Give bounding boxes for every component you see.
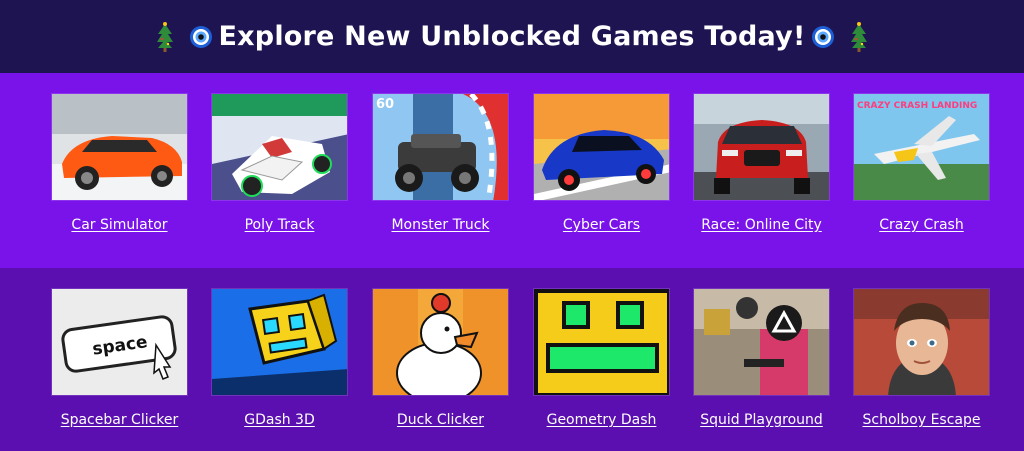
game-card-gdash-3d[interactable]: GDash 3D <box>211 288 348 428</box>
squid-playground-thumbnail[interactable] <box>693 288 830 396</box>
duck-clicker-thumbnail[interactable] <box>372 288 509 396</box>
score-text: 60 <box>376 97 394 112</box>
evil-eye-icon <box>189 25 213 49</box>
game-card-race-online-city[interactable]: Race: Online City <box>693 93 830 233</box>
page-title: Explore New Unblocked Games Today! <box>147 21 878 52</box>
monster-truck-thumbnail[interactable]: 60 <box>372 93 509 201</box>
race-online-city-thumbnail[interactable] <box>693 93 830 201</box>
game-title[interactable]: Poly Track <box>211 217 348 233</box>
christmas-tree-icon <box>155 21 175 52</box>
gdash-3d-thumbnail[interactable] <box>211 288 348 396</box>
spacebar-clicker-thumbnail[interactable]: space <box>51 288 188 396</box>
page-title-text: Explore New Unblocked Games Today! <box>218 21 806 52</box>
game-card-spacebar-clicker[interactable]: space Spacebar Clicker <box>51 288 188 428</box>
evil-eye-icon <box>811 25 835 49</box>
christmas-tree-icon <box>849 21 869 52</box>
game-title[interactable]: Geometry Dash <box>533 412 670 428</box>
game-card-squid-playground[interactable]: Squid Playground <box>693 288 830 428</box>
game-card-cyber-cars[interactable]: Cyber Cars <box>533 93 670 233</box>
page-header: Explore New Unblocked Games Today! <box>0 0 1024 73</box>
game-card-poly-track[interactable]: Poly Track <box>211 93 348 233</box>
game-card-crazy-crash[interactable]: CRAZY CRASH LANDING Crazy Crash <box>853 93 990 233</box>
scholboy-escape-thumbnail[interactable] <box>853 288 990 396</box>
game-card-duck-clicker[interactable]: Duck Clicker <box>372 288 509 428</box>
game-title[interactable]: Race: Online City <box>693 217 830 233</box>
games-row-2: space Spacebar Clicker GDash 3D Duck Cli… <box>0 268 1024 451</box>
game-title[interactable]: Squid Playground <box>693 412 830 428</box>
game-title[interactable]: Duck Clicker <box>372 412 509 428</box>
game-card-monster-truck[interactable]: 60 Monster Truck <box>372 93 509 233</box>
game-title[interactable]: GDash 3D <box>211 412 348 428</box>
game-title[interactable]: Cyber Cars <box>533 217 670 233</box>
games-row-1: Car Simulator Poly Track 60 Monster Truc… <box>0 73 1024 268</box>
crazy-crash-thumbnail[interactable]: CRAZY CRASH LANDING <box>853 93 990 201</box>
car-simulator-thumbnail[interactable] <box>51 93 188 201</box>
game-title[interactable]: Crazy Crash <box>853 217 990 233</box>
game-card-geometry-dash[interactable]: Geometry Dash <box>533 288 670 428</box>
cyber-cars-thumbnail[interactable] <box>533 93 670 201</box>
game-title[interactable]: Spacebar Clicker <box>51 412 188 428</box>
game-card-car-simulator[interactable]: Car Simulator <box>51 93 188 233</box>
geometry-dash-thumbnail[interactable] <box>533 288 670 396</box>
poly-track-thumbnail[interactable] <box>211 93 348 201</box>
game-title[interactable]: Car Simulator <box>51 217 188 233</box>
crazy-crash-logo: CRAZY CRASH LANDING <box>857 101 977 111</box>
game-title[interactable]: Monster Truck <box>372 217 509 233</box>
game-title[interactable]: Scholboy Escape <box>853 412 990 428</box>
game-card-scholboy-escape[interactable]: Scholboy Escape <box>853 288 990 428</box>
